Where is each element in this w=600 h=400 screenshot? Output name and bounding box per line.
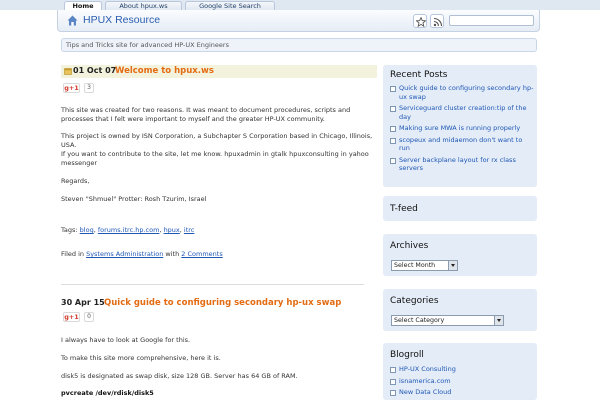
list-item[interactable]: HP-UX Consulting xyxy=(390,365,534,374)
categories-select[interactable]: Select Category xyxy=(391,315,504,326)
comments-link[interactable]: 2 Comments xyxy=(181,250,222,258)
archives-title: Archives xyxy=(390,241,429,251)
gplus-button[interactable]: g+1 xyxy=(63,83,80,93)
tab-google-search-label: Google Site Search xyxy=(199,2,261,10)
post-tags: Tags: blog, forums.itrc.hp.com, hpux, it… xyxy=(61,226,195,234)
bullet-icon xyxy=(390,157,396,164)
archives-widget: Archives Select Month xyxy=(383,234,537,276)
site-header: HPUX Resource xyxy=(57,10,540,32)
bullet-icon xyxy=(390,378,396,385)
post-divider xyxy=(61,284,364,285)
filed-label: Filed in xyxy=(61,250,84,258)
recent-posts-widget: Recent Posts Quick guide to configuring … xyxy=(383,65,537,187)
gplus-count: 3 xyxy=(84,83,94,93)
list-item[interactable]: Serviceguard cluster creation:tip of the… xyxy=(390,104,534,121)
list-item[interactable]: Quick guide to configuring secondary hp-… xyxy=(390,84,534,101)
post-date: 30 Apr 15 xyxy=(61,298,105,307)
rss-icon xyxy=(433,17,443,27)
site-title[interactable]: HPUX Resource xyxy=(83,14,160,26)
tag-link[interactable]: forums.itrc.hp.com xyxy=(98,226,160,234)
post-title[interactable]: Welcome to hpux.ws xyxy=(115,66,214,76)
list-item[interactable]: Server backplane layout for rx class ser… xyxy=(390,156,534,173)
home-icon[interactable] xyxy=(67,15,78,26)
bullet-icon xyxy=(390,126,396,132)
bullet-icon xyxy=(390,86,396,92)
list-item[interactable]: isnamerica.com xyxy=(390,377,534,386)
top-tab-bar: Home About hpux.ws Google Site Search xyxy=(0,0,600,11)
categories-title: Categories xyxy=(390,296,439,306)
post-paragraph: Regards, xyxy=(61,177,90,185)
archives-select[interactable]: Select Month xyxy=(391,260,458,271)
post-paragraph: If you want to contribute to the site, l… xyxy=(61,150,369,167)
star-icon xyxy=(416,17,426,27)
tag-link[interactable]: blog xyxy=(80,226,94,234)
post-paragraph: I always have to look at Google for this… xyxy=(61,336,191,344)
tfeed-title: T-feed xyxy=(390,204,418,214)
calendar-icon xyxy=(64,68,72,75)
post-title[interactable]: Quick guide to configuring secondary hp-… xyxy=(104,298,341,308)
blogroll-widget: Blogroll HP-UX Consulting isnamerica.com… xyxy=(383,343,537,400)
blogroll-title: Blogroll xyxy=(390,350,424,360)
tab-home-label: Home xyxy=(72,2,94,10)
favorite-button[interactable] xyxy=(413,14,427,28)
post-date: 01 Oct 07 xyxy=(73,66,117,75)
bullet-icon xyxy=(390,137,396,144)
post-paragraph: This site was created for two reasons. I… xyxy=(61,106,351,123)
chevron-down-icon xyxy=(494,316,503,325)
list-item[interactable]: New Data Cloud xyxy=(390,388,534,397)
bullet-icon xyxy=(390,367,396,373)
tfeed-widget: T-feed xyxy=(383,196,537,221)
rss-button[interactable] xyxy=(430,14,444,28)
categories-widget: Categories Select Category xyxy=(383,289,537,331)
search-input[interactable] xyxy=(449,15,534,26)
site-tagline: Tips and Tricks site for advanced HP-UX … xyxy=(61,38,537,52)
post-paragraph: This project is owned by ISN Corporation… xyxy=(61,132,373,149)
blogroll-list: HP-UX Consulting isnamerica.com New Data… xyxy=(390,365,534,397)
gplus-button[interactable]: g+1 xyxy=(63,312,80,322)
gplus-count: 0 xyxy=(84,312,94,322)
recent-posts-list: Quick guide to configuring secondary hp-… xyxy=(390,84,534,173)
post-header: 01 Oct 07 Welcome to hpux.ws xyxy=(61,65,377,78)
code-line: pvcreate /dev/rdisk/disk5 xyxy=(61,389,154,397)
post-paragraph: To make this site more comprehensive, he… xyxy=(61,354,221,362)
tags-label: Tags: xyxy=(61,226,78,234)
post-meta: Filed in Systems Administration with 2 C… xyxy=(61,250,381,259)
tag-link[interactable]: itrc xyxy=(184,226,194,234)
chevron-down-icon xyxy=(448,261,457,270)
post-signature: Steven "Shmuel" Protter: Rosh Tzurim, Is… xyxy=(61,195,207,203)
recent-posts-title: Recent Posts xyxy=(390,70,448,80)
category-link[interactable]: Systems Administration xyxy=(86,250,163,258)
tag-link[interactable]: hpux xyxy=(164,226,180,234)
with-label: with xyxy=(165,250,180,258)
tab-about-label: About hpux.ws xyxy=(119,2,168,10)
list-item[interactable]: Making sure MWA is running properly xyxy=(390,124,534,133)
bullet-icon xyxy=(390,390,396,396)
post-paragraph: disk5 is designated as swap disk, size 1… xyxy=(61,372,298,380)
list-item[interactable]: scopeux and midaemon don't want to run xyxy=(390,136,534,153)
bullet-icon xyxy=(390,106,396,112)
